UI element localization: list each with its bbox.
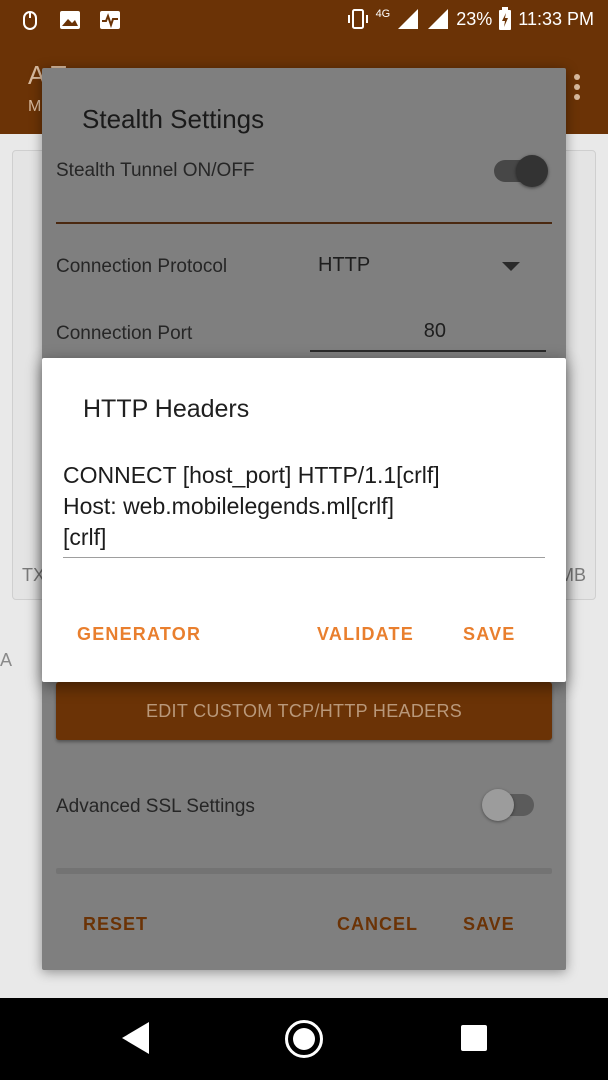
stealth-dialog-title: Stealth Settings (82, 104, 265, 134)
broken-image: A (0, 650, 13, 670)
activity-notification-icon (100, 11, 120, 29)
image-notification-icon (60, 11, 80, 29)
status-bar: 4G 23% 11:33 PM (0, 0, 608, 40)
port-input[interactable]: 80 (312, 320, 546, 343)
protocol-select[interactable]: HTTP (318, 254, 370, 277)
battery-percent: 23% (456, 8, 493, 29)
stealth-tunnel-label: Stealth Tunnel ON/OFF (56, 160, 255, 181)
battery-icon (499, 7, 512, 30)
ssl-settings-label: Advanced SSL Settings (56, 796, 255, 817)
home-icon[interactable] (285, 1020, 323, 1058)
dropdown-arrow-icon[interactable] (502, 262, 520, 271)
ssl-settings-toggle[interactable] (482, 789, 534, 821)
http-dialog-title: HTTP Headers (83, 395, 250, 423)
app-subtitle: M (28, 98, 42, 115)
signal-2-icon (428, 9, 449, 29)
headers-text-input[interactable]: CONNECT [host_port] HTTP/1.1[crlf] Host:… (63, 460, 547, 553)
recent-apps-icon[interactable] (461, 1025, 487, 1051)
network-type-label: 4G (375, 8, 391, 20)
headers-input-underline (63, 557, 545, 558)
http-headers-dialog: HTTP Headers CONNECT [host_port] HTTP/1.… (42, 358, 566, 682)
port-label: Connection Port (56, 323, 193, 344)
reset-button[interactable]: RESET (83, 914, 148, 935)
stealth-tunnel-toggle[interactable] (494, 155, 548, 187)
navigation-bar (0, 998, 608, 1080)
scroll-indicator (56, 868, 552, 874)
back-icon[interactable] (122, 1022, 149, 1054)
http-save-button[interactable]: SAVE (463, 624, 515, 645)
mouse-notification-icon (23, 11, 37, 30)
generator-button[interactable]: GENERATOR (77, 624, 201, 645)
stealth-save-button[interactable]: SAVE (463, 914, 515, 935)
signal-icon (398, 9, 419, 29)
clock: 11:33 PM (518, 8, 594, 29)
tunnel-divider (56, 222, 552, 224)
validate-button[interactable]: VALIDATE (317, 624, 414, 645)
protocol-label: Connection Protocol (56, 256, 228, 277)
cancel-button[interactable]: CANCEL (337, 914, 418, 935)
port-input-underline (310, 350, 546, 352)
overflow-menu-icon[interactable] (574, 74, 580, 104)
edit-headers-button[interactable]: EDIT CUSTOM TCP/HTTP HEADERS (56, 682, 552, 740)
vibrate-icon (347, 9, 368, 29)
